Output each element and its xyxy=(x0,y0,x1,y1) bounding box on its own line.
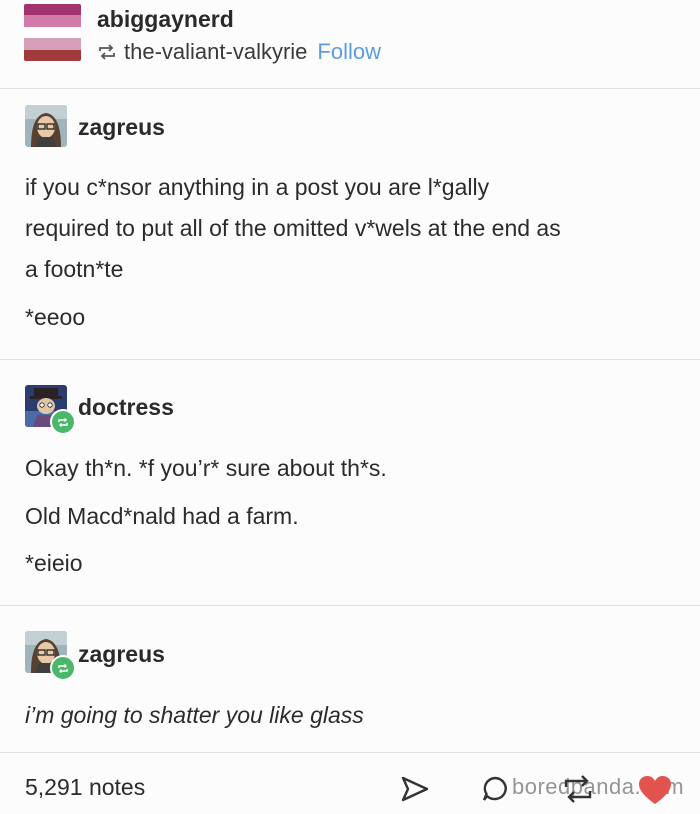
reblog-badge xyxy=(50,655,76,681)
reblog-icon xyxy=(99,44,115,60)
avatar-zagreus[interactable] xyxy=(25,631,76,681)
share-icon[interactable] xyxy=(400,775,430,803)
notes-count[interactable]: 5,291 notes xyxy=(25,774,145,801)
reblog-username[interactable]: zagreus xyxy=(78,114,165,141)
reblog-icon[interactable] xyxy=(562,775,594,803)
blog-avatar-lesbian-flag[interactable] xyxy=(24,4,81,61)
avatar-zagreus[interactable] xyxy=(25,105,67,147)
reblog-username[interactable]: zagreus xyxy=(78,641,165,668)
reblog-text-line: required to put all of the omitted v*wel… xyxy=(25,215,561,241)
reblog-text-line: a footn*te xyxy=(25,256,124,282)
divider xyxy=(0,88,700,89)
reblog-source-line: the-valiant-valkyrie Follow xyxy=(97,39,381,65)
avatar-doctress[interactable] xyxy=(25,385,76,435)
reblog-text-line: i’m going to shatter you like glass xyxy=(25,702,364,728)
reblog-icon xyxy=(58,417,68,427)
reblog-icon xyxy=(58,663,68,673)
reblog-text-line: *eieio xyxy=(25,550,83,576)
reblog-text-line: Old Macd*nald had a farm. xyxy=(25,503,299,529)
divider xyxy=(0,752,700,753)
reply-icon[interactable] xyxy=(482,776,508,802)
reblog-text-line: *eeoo xyxy=(25,304,86,330)
reblog-text-line: Okay th*n. *f you’r* sure about th*s. xyxy=(25,455,387,481)
reblog-username[interactable]: doctress xyxy=(78,394,174,421)
reblog-badge xyxy=(50,409,76,435)
reblog-text-line: if you c*nsor anything in a post you are… xyxy=(25,174,490,200)
reblogged-from-name[interactable]: the-valiant-valkyrie xyxy=(124,39,307,65)
heart-icon[interactable] xyxy=(638,775,672,805)
divider xyxy=(0,605,700,606)
blog-name[interactable]: abiggaynerd xyxy=(97,6,234,33)
tumblr-post: abiggaynerd the-valiant-valkyrie Follow … xyxy=(0,0,700,814)
avatar-zagreus-icon xyxy=(25,105,67,147)
follow-button[interactable]: Follow xyxy=(317,39,381,65)
divider xyxy=(0,359,700,360)
